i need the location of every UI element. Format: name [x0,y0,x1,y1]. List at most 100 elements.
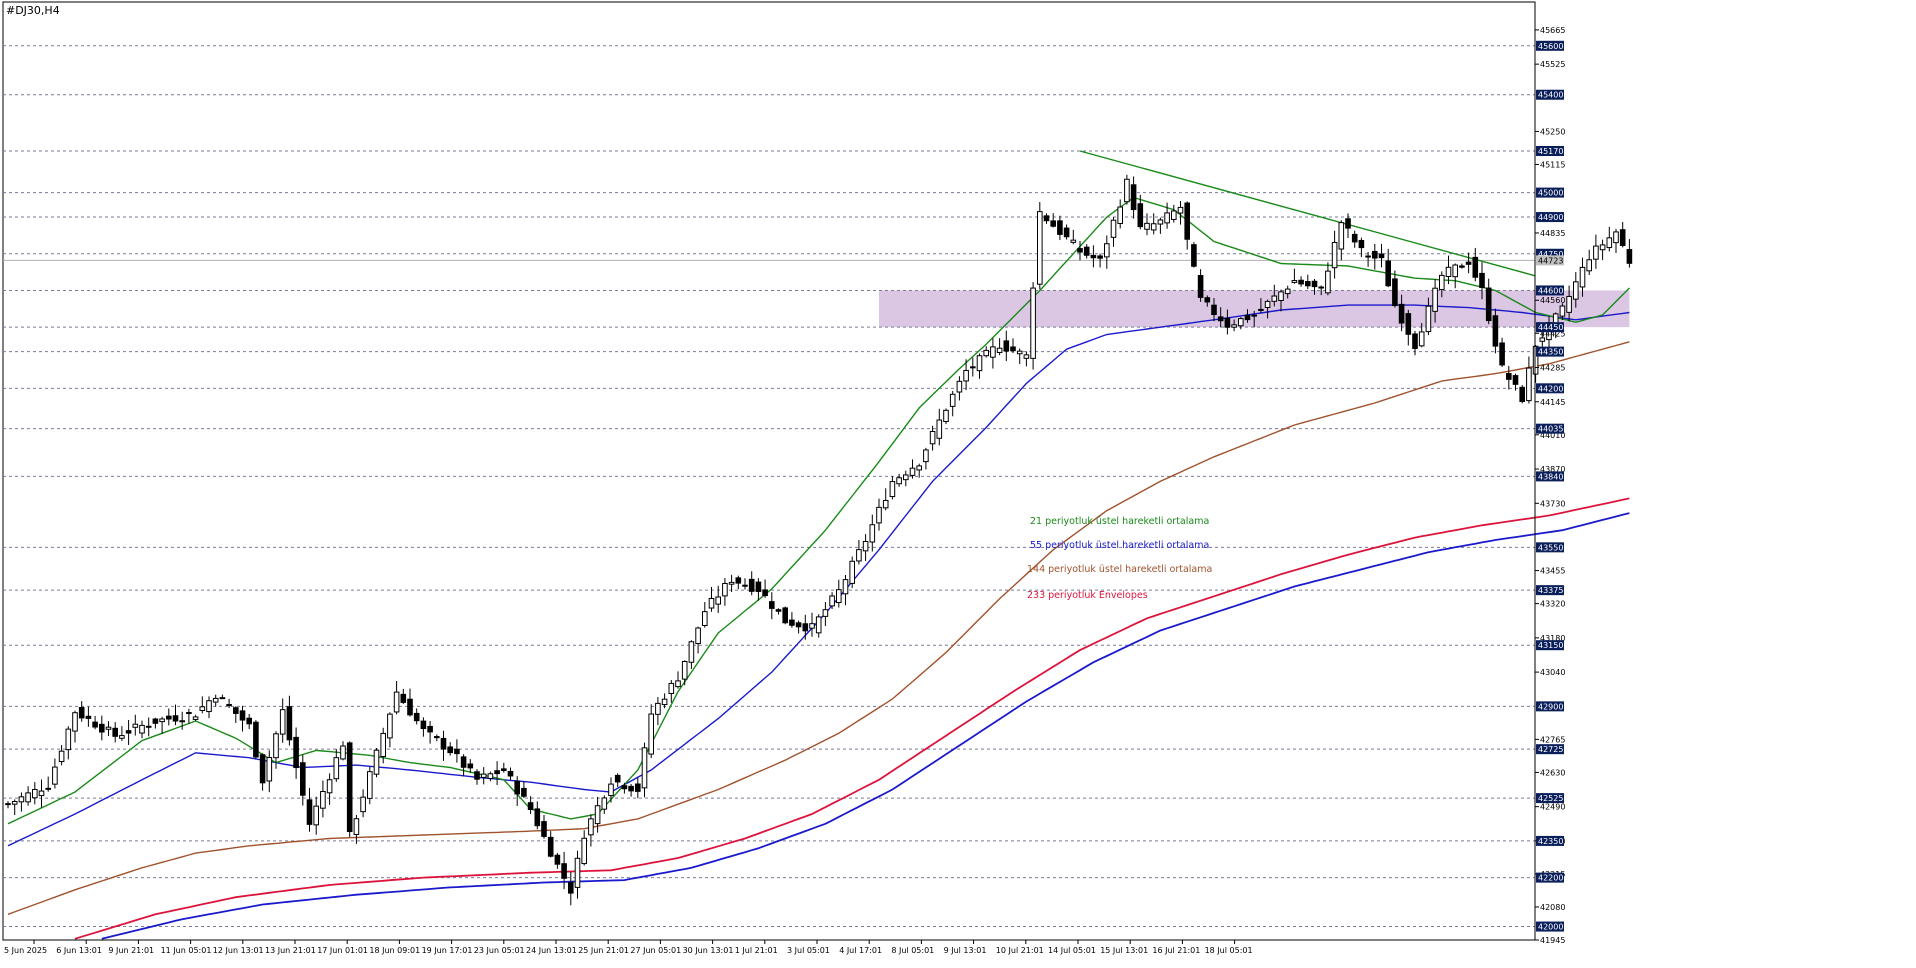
legend-entry: 144 periyotluk üstel hareketli ortalama [1027,564,1212,575]
candle [293,727,299,779]
svg-text:44723: 44723 [1538,256,1563,265]
price-tick-label: 43730 [1540,499,1565,508]
candle [728,574,735,592]
candle [1385,248,1392,288]
candle [648,704,655,759]
candle [239,705,246,732]
candle [769,592,775,620]
candle [1003,330,1010,362]
candle [286,695,293,746]
candle [306,787,313,832]
price-tick-label: 44560 [1540,296,1565,305]
candle [1177,200,1184,225]
candle [1050,213,1057,228]
candle [340,741,346,761]
candle [373,748,380,778]
candle [1305,274,1311,290]
time-tick-label: 16 Jul 21:01 [1152,946,1200,955]
candle [916,463,923,478]
price-tick-label: 44285 [1540,364,1565,373]
candle [1405,309,1412,346]
candle [387,712,393,748]
candle [1452,263,1459,289]
candle [628,783,634,797]
time-tick-label: 13 Jun 21:01 [265,946,316,955]
candle [172,704,179,726]
time-axis: 5 Jun 2025 6 Jun 13:01 9 Jun 21:01 11 Jun 0… [4,940,1253,955]
candle [688,640,695,669]
candle [996,338,1003,356]
candle [1184,201,1191,250]
level-price-label: 44200 [1536,383,1564,394]
candle [1043,213,1050,224]
candle [360,789,366,818]
candle [1492,308,1499,354]
time-tick-label: 10 Jul 21:01 [996,946,1044,955]
candle [1063,224,1070,240]
candle [1619,221,1626,248]
svg-text:45400: 45400 [1538,91,1563,100]
svg-text:45600: 45600 [1538,42,1563,51]
candle [554,853,561,869]
candle [1090,245,1097,268]
candle [1130,176,1137,219]
candle [1171,204,1177,223]
candle [420,717,427,737]
svg-text:42200: 42200 [1538,874,1563,883]
time-tick-label: 6 Jun 13:01 [56,946,102,955]
legend: 21 periyotluk üstel hareketli ortalama 55… [1027,516,1212,601]
candle [795,620,802,634]
candle [52,758,58,789]
level-price-label: 42900 [1536,701,1564,712]
candle [802,614,809,640]
chart-window[interactable]: #DJ30,H4 45665 45525 45250 45115 44835 44560 4… [0,0,1916,963]
candle [675,671,681,689]
candle [1150,213,1157,235]
level-price-label: 45400 [1536,89,1564,100]
candle [742,578,748,590]
candle [480,767,487,785]
chart-canvas[interactable]: 4566545525452504511544835445604442544285… [0,0,1916,963]
time-tick-label: 19 Jun 17:01 [422,946,473,955]
svg-text:42725: 42725 [1538,745,1563,754]
time-tick-label: 18 Jun 09:01 [369,946,420,955]
price-tick-label: 43455 [1540,567,1565,576]
candle [145,717,152,737]
candle [547,831,554,858]
legend-entry: 55 periyotluk üstel hareketli ortalama [1030,540,1209,551]
candle [393,680,400,715]
candle [266,750,273,793]
candle [413,708,420,725]
level-price-label: 44600 [1536,285,1564,296]
candle [1372,243,1378,270]
svg-text:42000: 42000 [1538,923,1563,932]
candle [929,425,936,451]
candle [440,730,447,761]
level-price-label: 45170 [1536,146,1564,157]
candle [574,850,581,899]
candle [407,688,413,717]
candle [655,697,661,726]
candle [320,780,326,818]
level-price-label: 42200 [1536,872,1564,883]
time-tick-label: 14 Jul 05:01 [1048,946,1096,955]
candle [1472,247,1479,282]
candle [460,754,467,777]
candle [909,459,916,479]
candle [1351,230,1358,248]
candle [25,786,31,806]
candle [427,721,433,744]
candle [206,696,212,719]
candle [755,578,762,601]
candle [594,797,601,833]
time-tick-label: 1 Jul 21:01 [735,946,778,955]
candle [78,701,85,722]
candle [541,814,547,839]
candle [474,769,480,785]
envelope-lower-line [101,512,1630,940]
time-tick-label: 27 Jun 05:01 [630,946,681,955]
candle [212,694,219,707]
candle [1526,356,1532,404]
candle [219,694,226,700]
candle [695,626,701,654]
